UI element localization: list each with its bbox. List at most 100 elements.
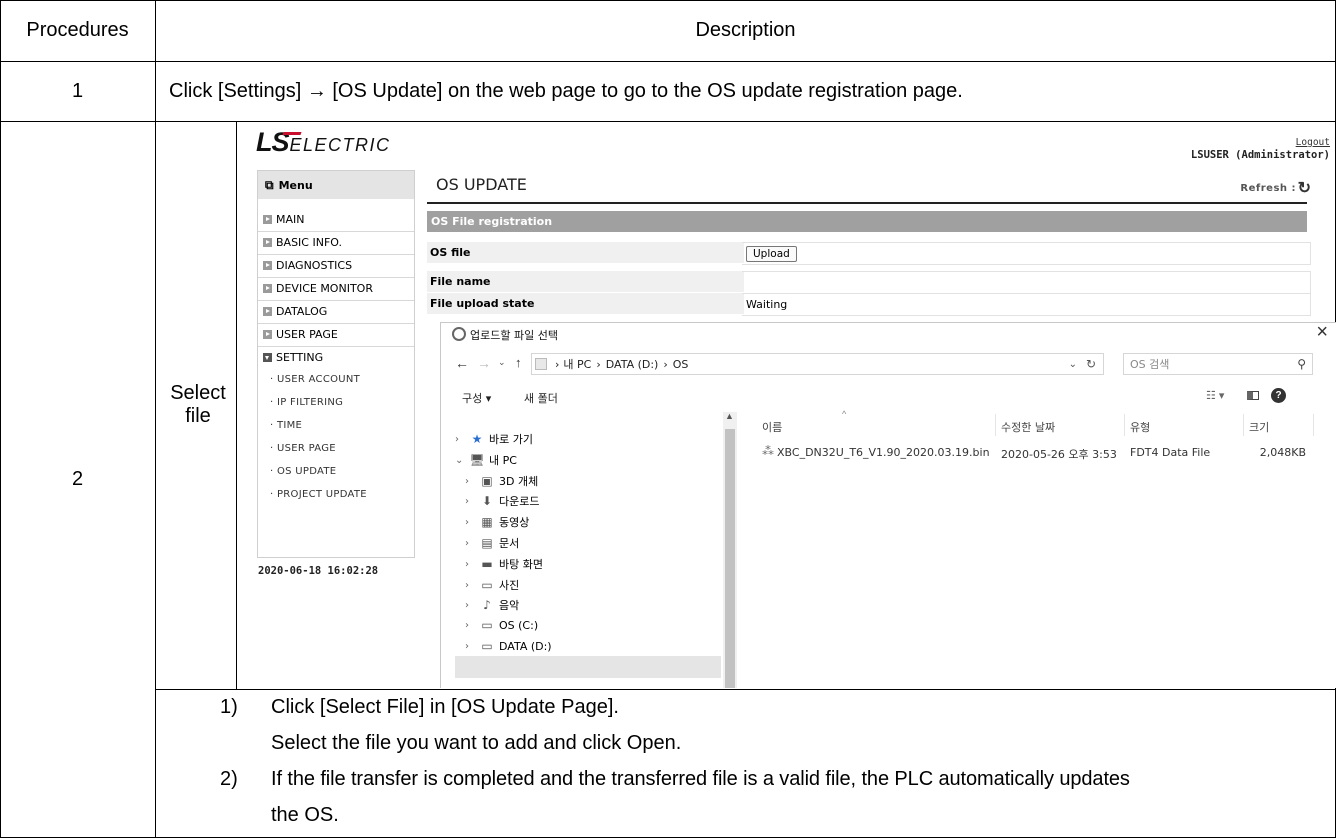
tree-item[interactable]: › ⬇ 다운로드 — [465, 493, 539, 509]
tree-item[interactable]: › ▭ OS (C:) — [465, 618, 538, 632]
menu-item-diagnostics[interactable]: DIAGNOSTICS — [258, 254, 414, 278]
menu-item-user-page[interactable]: USER PAGE — [258, 323, 414, 347]
refresh-icon[interactable]: ↻ — [1086, 357, 1096, 371]
chevron-right-icon[interactable]: › — [465, 559, 479, 570]
note-line: Select the file you want to add and clic… — [271, 732, 682, 754]
close-icon[interactable]: × — [1316, 321, 1328, 344]
tree-item-label: 바탕 화면 — [499, 558, 543, 571]
breadcrumb-os[interactable]: OS — [673, 358, 689, 371]
menu-item-datalog[interactable]: DATALOG — [258, 300, 414, 324]
tree-item[interactable]: ⌄ 🖥 내 PC — [455, 452, 517, 468]
tree-item[interactable]: › ▣ 3D 개체 — [465, 473, 538, 489]
chevron-right-icon[interactable]: › — [465, 600, 479, 611]
section-header: OS File registration — [427, 211, 1307, 232]
scrollbar-thumb[interactable] — [725, 429, 735, 688]
tree-item[interactable]: › ▦ 동영상 — [465, 514, 529, 530]
note-line: Click [Select File] in [OS Update Page]. — [271, 696, 619, 718]
scroll-up-icon[interactable]: ▲ — [725, 411, 734, 421]
chevron-down-icon[interactable]: ⌄ — [1069, 359, 1077, 370]
ls-electric-logo: LS ELECTRIC — [256, 127, 391, 157]
separator: › — [663, 357, 668, 371]
row-label-upload-state: File upload state — [427, 293, 744, 315]
submenu-time[interactable]: · TIME — [270, 420, 302, 431]
user-info: LSUSER (Administrator) — [1190, 149, 1330, 161]
organize-menu[interactable]: 구성 ▾ — [462, 390, 491, 406]
preview-pane-icon[interactable] — [1247, 391, 1259, 400]
chevron-right-icon[interactable]: › — [465, 620, 479, 631]
note-number: 2) — [220, 768, 238, 790]
help-icon[interactable]: ? — [1271, 388, 1286, 403]
row2-number: 2 — [71, 467, 84, 490]
row-value-file-name — [742, 271, 1311, 294]
chevron-right-icon[interactable]: › — [465, 517, 479, 528]
desktop-icon: ▬ — [481, 557, 493, 571]
forward-icon[interactable]: → — [477, 355, 491, 371]
menu-item-basic-info[interactable]: BASIC INFO. — [258, 231, 414, 255]
upload-button[interactable]: Upload — [746, 245, 797, 262]
menu-header: ⧉ Menu — [258, 171, 414, 199]
table-border — [0, 121, 1336, 122]
tree-selection-highlight — [455, 656, 721, 678]
menu-icon: ⧉ — [265, 177, 274, 192]
tree-item-label: 음악 — [499, 599, 520, 612]
row1-number: 1 — [71, 79, 84, 102]
page-title: OS UPDATE — [436, 175, 527, 194]
star-icon: ★ — [471, 432, 483, 446]
recent-dropdown-icon[interactable]: ⌄ — [498, 357, 506, 368]
submenu-project-update[interactable]: · PROJECT UPDATE — [270, 489, 367, 500]
chevron-right-icon[interactable]: › — [465, 496, 479, 507]
chevron-right-icon[interactable]: › — [455, 434, 469, 445]
row-value-os-file: Upload — [742, 242, 1311, 265]
table-border — [236, 121, 237, 689]
column-type[interactable]: 유형 — [1130, 419, 1150, 435]
arrow-right-icon — [263, 261, 272, 270]
breadcrumb-my-pc[interactable]: 내 PC — [563, 356, 591, 372]
chevron-right-icon[interactable]: › — [465, 641, 479, 652]
tree-item[interactable]: › ▤ 문서 — [465, 535, 519, 551]
column-name[interactable]: 이름 — [762, 419, 782, 435]
menu-item-setting[interactable]: SETTING — [258, 346, 414, 369]
menu-item-main[interactable]: MAIN — [258, 208, 414, 232]
cube-icon: ▣ — [481, 474, 493, 488]
chevron-right-icon[interactable]: › — [465, 538, 479, 549]
breadcrumb-data-drive[interactable]: DATA (D:) — [606, 358, 659, 371]
header-description: Description — [695, 19, 796, 41]
column-date[interactable]: 수정한 날짜 — [1001, 419, 1055, 435]
row-value-upload-state: Waiting — [742, 293, 1311, 316]
chevron-right-icon[interactable]: › — [465, 476, 479, 487]
menu-item-device-monitor[interactable]: DEVICE MONITOR — [258, 277, 414, 301]
view-options-icon[interactable]: ☷ ▾ — [1206, 389, 1224, 402]
arrow-right-icon — [263, 307, 272, 316]
column-divider — [1313, 414, 1314, 436]
dialog-app-icon — [452, 327, 466, 341]
arrow-right-icon — [263, 238, 272, 247]
submenu-user-account[interactable]: · USER ACCOUNT — [270, 374, 360, 385]
submenu-ip-filtering[interactable]: · IP FILTERING — [270, 397, 343, 408]
menu-title: Menu — [278, 178, 313, 192]
refresh-icon[interactable]: ↻ — [1298, 178, 1311, 198]
column-divider — [995, 414, 996, 436]
back-icon[interactable]: ← — [455, 355, 469, 371]
chevron-right-icon[interactable]: › — [465, 580, 479, 591]
logout-link[interactable]: Logout — [1296, 137, 1330, 148]
row-label-file-name: File name — [427, 271, 744, 293]
tree-item[interactable]: › ▭ DATA (D:) — [465, 639, 552, 653]
address-bar[interactable]: › 내 PC › DATA (D:) › OS ⌄ ↻ — [531, 353, 1104, 375]
tree-item[interactable]: › ▭ 사진 — [465, 577, 519, 593]
search-input[interactable]: OS 검색 ⚲ — [1123, 353, 1313, 375]
tree-item-label: 문서 — [499, 537, 520, 550]
tree-item[interactable]: › ★ 바로 가기 — [455, 431, 533, 447]
chevron-down-icon[interactable]: ⌄ — [455, 455, 469, 466]
note-line: If the file transfer is completed and th… — [271, 768, 1130, 790]
file-name[interactable]: XBC_DN32U_T6_V1.90_2020.03.19.bin — [777, 446, 990, 459]
tree-item[interactable]: › ▬ 바탕 화면 — [465, 556, 543, 572]
column-size[interactable]: 크기 — [1249, 419, 1269, 435]
submenu-os-update[interactable]: · OS UPDATE — [270, 466, 336, 477]
up-icon[interactable]: ↑ — [515, 355, 522, 370]
submenu-user-page[interactable]: · USER PAGE — [270, 443, 336, 454]
file-size: 2,048KB — [1259, 446, 1306, 459]
computer-icon: 🖥 — [469, 453, 485, 467]
step-label: Select file — [170, 382, 226, 427]
new-folder-button[interactable]: 새 폴더 — [524, 390, 558, 406]
tree-item[interactable]: › ♪ 음악 — [465, 597, 519, 613]
